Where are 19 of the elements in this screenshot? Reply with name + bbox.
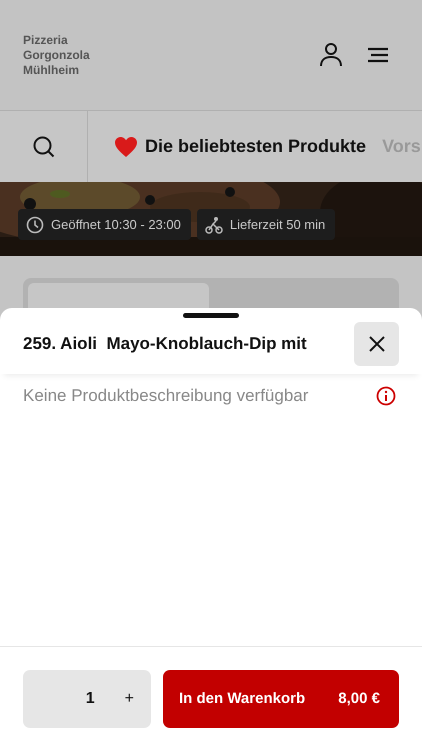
search-icon bbox=[32, 134, 56, 158]
product-description: Keine Produktbeschreibung verfügbar bbox=[23, 386, 308, 406]
restaurant-name: Pizzeria Gorgonzola Mühlheim bbox=[23, 32, 91, 78]
close-button[interactable] bbox=[354, 322, 399, 366]
product-title: 259. Aioli Mayo-Knoblauch-Dip mit bbox=[23, 334, 307, 354]
drag-handle[interactable] bbox=[183, 313, 239, 318]
info-chip: Geöffnet 10:30 - 23:00 bbox=[18, 209, 191, 240]
category-tab[interactable]: Die beliebtesten Produkte bbox=[145, 136, 366, 157]
info-icon[interactable] bbox=[376, 386, 396, 406]
user-icon[interactable] bbox=[319, 42, 343, 68]
close-icon bbox=[368, 336, 384, 352]
menu-icon[interactable] bbox=[367, 47, 389, 63]
quantity-value: 1 bbox=[86, 690, 95, 708]
bicycle-icon bbox=[204, 216, 223, 234]
clock-icon bbox=[26, 216, 44, 234]
info-chip: Lieferzeit 50 min bbox=[196, 209, 336, 240]
heart-icon bbox=[114, 136, 138, 158]
add-to-cart-button[interactable]: In den Warenkorb 8,00 € bbox=[163, 670, 399, 728]
increase-button[interactable]: + bbox=[124, 690, 134, 708]
